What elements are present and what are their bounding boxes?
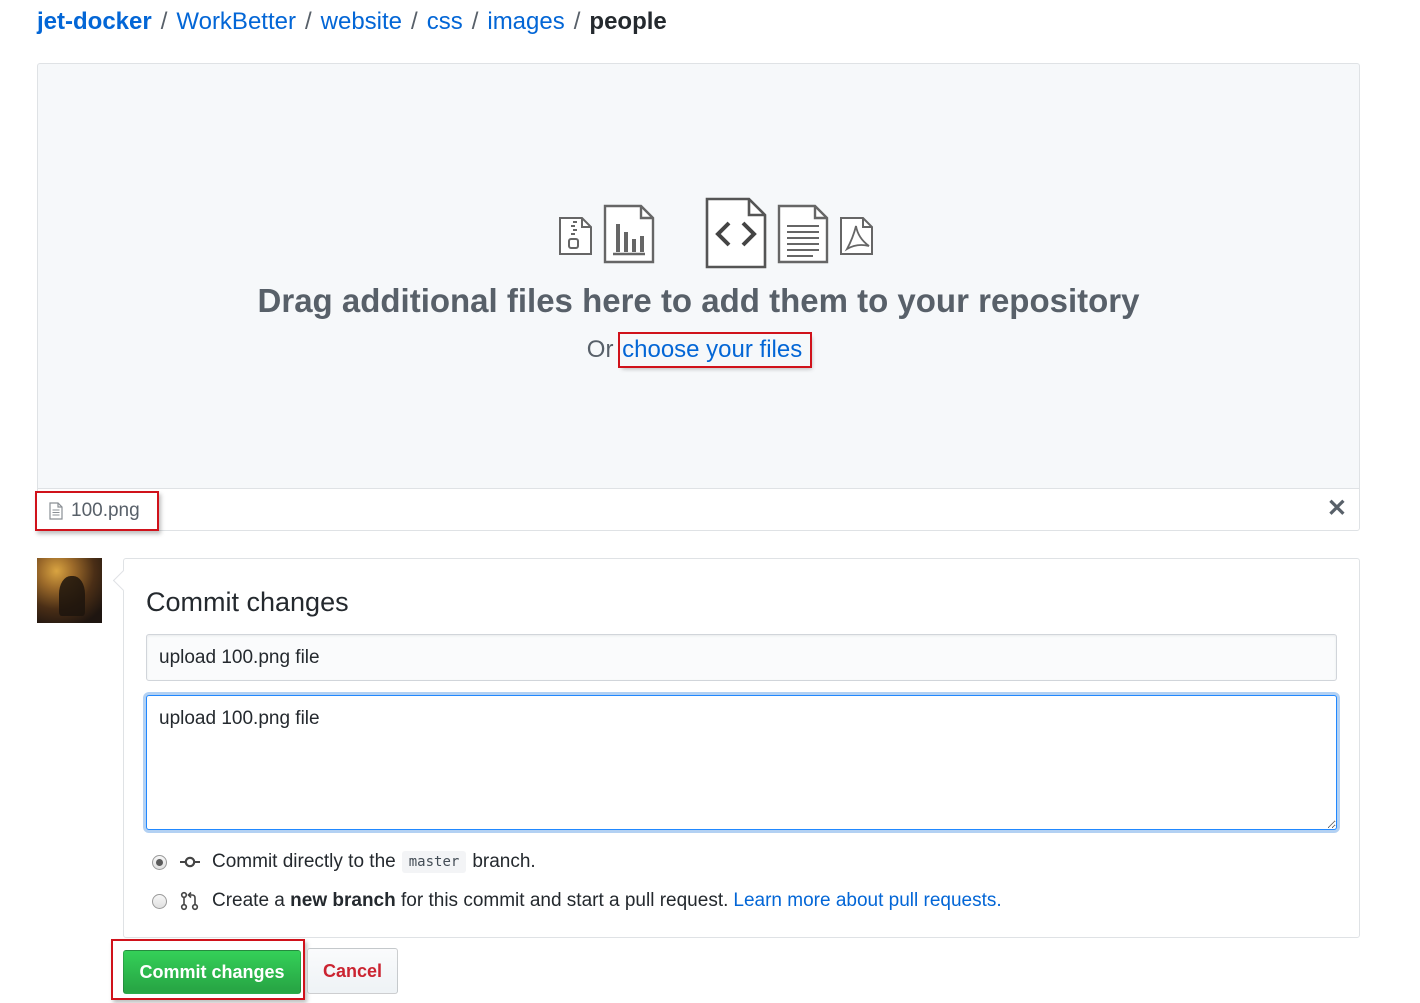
breadcrumb-item-website[interactable]: website <box>321 8 402 35</box>
uploaded-file-name: 100.png <box>71 500 140 521</box>
avatar <box>37 558 102 623</box>
commit-direct-radio[interactable] <box>152 854 167 870</box>
text-file-icon <box>777 204 829 264</box>
commit-changes-button[interactable]: Commit changes <box>123 950 301 994</box>
breadcrumb-separator: / <box>304 8 312 35</box>
commit-direct-prefix: Commit directly to the <box>212 851 396 872</box>
zip-file-icon <box>559 217 592 255</box>
breadcrumb-separator: / <box>471 8 479 35</box>
chart-file-icon <box>603 204 655 264</box>
commit-direct-option[interactable]: Commit directly to the master branch. <box>152 851 536 873</box>
pdf-file-icon <box>840 217 873 255</box>
remove-file-icon[interactable]: ✕ <box>1327 497 1347 521</box>
new-branch-prefix: Create a <box>212 890 285 911</box>
file-dropzone[interactable]: Drag additional files here to add them t… <box>37 63 1360 488</box>
breadcrumb-separator: / <box>411 8 418 35</box>
file-icon <box>49 502 63 520</box>
commit-button-highlight: Commit changes <box>111 939 305 1000</box>
commit-description-input[interactable]: upload 100.png file <box>146 695 1337 830</box>
breadcrumb-owner-link[interactable]: jet-docker <box>37 8 152 35</box>
uploaded-files-list: 100.png ✕ <box>35 488 1360 531</box>
new-branch-suffix: for this commit and start a pull request… <box>401 890 729 911</box>
git-pull-request-icon <box>180 891 199 911</box>
file-type-icons <box>558 197 873 271</box>
git-commit-icon <box>180 856 200 868</box>
uploaded-file-item: 100.png <box>35 491 159 531</box>
new-branch-radio[interactable] <box>152 893 167 909</box>
new-branch-option[interactable]: Create a new branch for this commit and … <box>152 890 1002 912</box>
new-branch-bold: new branch <box>290 890 396 911</box>
breadcrumb-separator: / <box>160 8 168 35</box>
learn-more-pull-requests-link[interactable]: Learn more about pull requests. <box>733 890 1001 912</box>
commit-direct-suffix: branch. <box>472 851 536 872</box>
breadcrumb-item-css[interactable]: css <box>427 8 463 35</box>
dropzone-title: Drag additional files here to add them t… <box>257 282 1140 319</box>
breadcrumb-item-workbetter[interactable]: WorkBetter <box>176 8 296 35</box>
commit-form-title: Commit changes <box>146 587 349 617</box>
cancel-button[interactable]: Cancel <box>307 948 398 994</box>
breadcrumb-separator: / <box>573 8 581 35</box>
dropzone-subtitle: Or choose your files <box>38 332 1359 368</box>
commit-summary-input[interactable] <box>146 634 1337 681</box>
branch-name-badge: master <box>401 851 467 873</box>
breadcrumb: jet-docker / WorkBetter / website / css / images… <box>37 6 667 38</box>
dropzone-or-text: Or <box>586 336 614 363</box>
commit-form: Commit changes upload 100.png file Commi… <box>123 558 1360 938</box>
breadcrumb-current: people <box>589 8 667 35</box>
breadcrumb-item-images[interactable]: images <box>487 8 564 35</box>
code-file-icon <box>705 197 767 269</box>
choose-files-link[interactable]: choose your files <box>618 332 813 368</box>
